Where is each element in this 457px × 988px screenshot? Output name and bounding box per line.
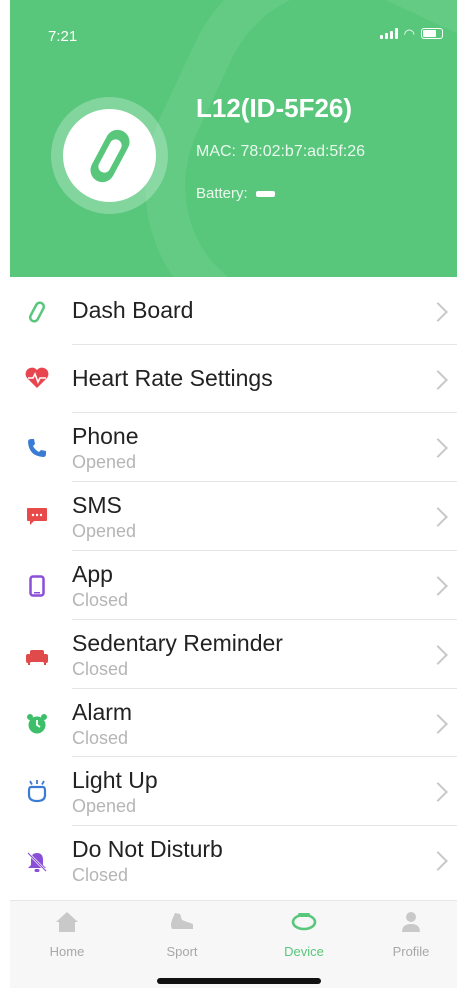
chevron-right-icon bbox=[428, 714, 448, 734]
menu-item-alarm[interactable]: Alarm Closed bbox=[10, 689, 457, 757]
battery-label: Battery: bbox=[196, 185, 248, 202]
menu-title: Heart Rate Settings bbox=[72, 365, 273, 391]
menu-status: Closed bbox=[72, 865, 129, 885]
menu-title: Light Up bbox=[72, 767, 158, 793]
menu-title: Alarm bbox=[72, 699, 133, 725]
menu-item-light-up[interactable]: Light Up Opened bbox=[10, 757, 457, 826]
device-avatar[interactable] bbox=[51, 97, 168, 214]
sofa-icon bbox=[24, 644, 50, 670]
sport-shoe-icon bbox=[171, 913, 193, 929]
band-icon bbox=[291, 913, 317, 931]
device-battery: Battery: bbox=[196, 185, 275, 202]
device-mac: MAC: 78:02:b7:ad:5f:26 bbox=[196, 143, 365, 160]
menu-status: Closed bbox=[72, 728, 129, 748]
status-time: 7:21 bbox=[48, 28, 78, 45]
menu-status: Opened bbox=[72, 521, 137, 541]
chevron-right-icon bbox=[428, 370, 448, 390]
menu-item-dash-board[interactable]: Dash Board bbox=[10, 277, 457, 345]
chevron-right-icon bbox=[428, 851, 448, 871]
chevron-right-icon bbox=[428, 438, 448, 458]
alarm-clock-icon bbox=[24, 711, 50, 737]
menu-item-phone[interactable]: Phone Opened bbox=[10, 413, 457, 482]
menu-status: Closed bbox=[72, 590, 129, 610]
bell-off-icon bbox=[24, 849, 50, 875]
settings-list: Dash Board Heart Rate Settings Phone Ope… bbox=[10, 277, 457, 895]
menu-status: Opened bbox=[72, 796, 137, 816]
menu-title: App bbox=[72, 561, 113, 587]
band-icon bbox=[89, 129, 130, 182]
tab-label: Sport bbox=[166, 944, 198, 959]
status-icons: ◠ bbox=[379, 26, 443, 41]
menu-item-app[interactable]: App Closed bbox=[10, 551, 457, 620]
menu-title: Sedentary Reminder bbox=[72, 630, 283, 656]
tab-home[interactable]: Home bbox=[27, 911, 107, 959]
tab-device[interactable]: Device bbox=[264, 911, 344, 959]
wifi-icon: ◠ bbox=[403, 26, 415, 41]
menu-item-sedentary-reminder[interactable]: Sedentary Reminder Closed bbox=[10, 620, 457, 689]
light-up-icon bbox=[24, 778, 50, 804]
menu-title: Phone bbox=[72, 423, 139, 449]
menu-title: Do Not Disturb bbox=[72, 836, 223, 862]
home-indicator bbox=[157, 978, 321, 984]
battery-level-icon bbox=[255, 190, 275, 197]
tab-sport[interactable]: Sport bbox=[142, 911, 222, 959]
menu-title: Dash Board bbox=[72, 297, 194, 323]
device-avatar-inner bbox=[63, 109, 156, 202]
phone-icon bbox=[24, 435, 50, 461]
tab-label: Profile bbox=[392, 944, 430, 959]
menu-item-sms[interactable]: SMS Opened bbox=[10, 482, 457, 551]
band-icon bbox=[24, 299, 50, 325]
menu-item-do-not-disturb[interactable]: Do Not Disturb Closed bbox=[10, 826, 457, 895]
sms-icon bbox=[24, 504, 50, 530]
chevron-right-icon bbox=[428, 576, 448, 596]
tab-label: Device bbox=[284, 944, 324, 959]
chevron-right-icon bbox=[428, 782, 448, 802]
battery-status-icon bbox=[421, 28, 443, 39]
device-name: L12(ID-5F26) bbox=[196, 93, 353, 123]
menu-status: Opened bbox=[72, 452, 137, 472]
menu-item-heart-rate-settings[interactable]: Heart Rate Settings bbox=[10, 345, 457, 413]
home-icon bbox=[56, 912, 78, 932]
person-icon bbox=[402, 912, 420, 932]
tab-profile[interactable]: Profile bbox=[371, 911, 451, 959]
signal-icon bbox=[379, 28, 398, 39]
app-icon bbox=[24, 573, 50, 599]
menu-title: SMS bbox=[72, 492, 122, 518]
device-header: 7:21 ◠ L12(ID-5F26) MAC: 78:02:b7:ad:5f:… bbox=[10, 0, 457, 277]
heart-rate-icon bbox=[24, 365, 50, 391]
tab-bar: Home Sport Device Profile bbox=[10, 900, 457, 988]
chevron-right-icon bbox=[428, 507, 448, 527]
chevron-right-icon bbox=[428, 302, 448, 322]
chevron-right-icon bbox=[428, 645, 448, 665]
menu-status: Closed bbox=[72, 659, 129, 679]
tab-label: Home bbox=[49, 944, 85, 959]
